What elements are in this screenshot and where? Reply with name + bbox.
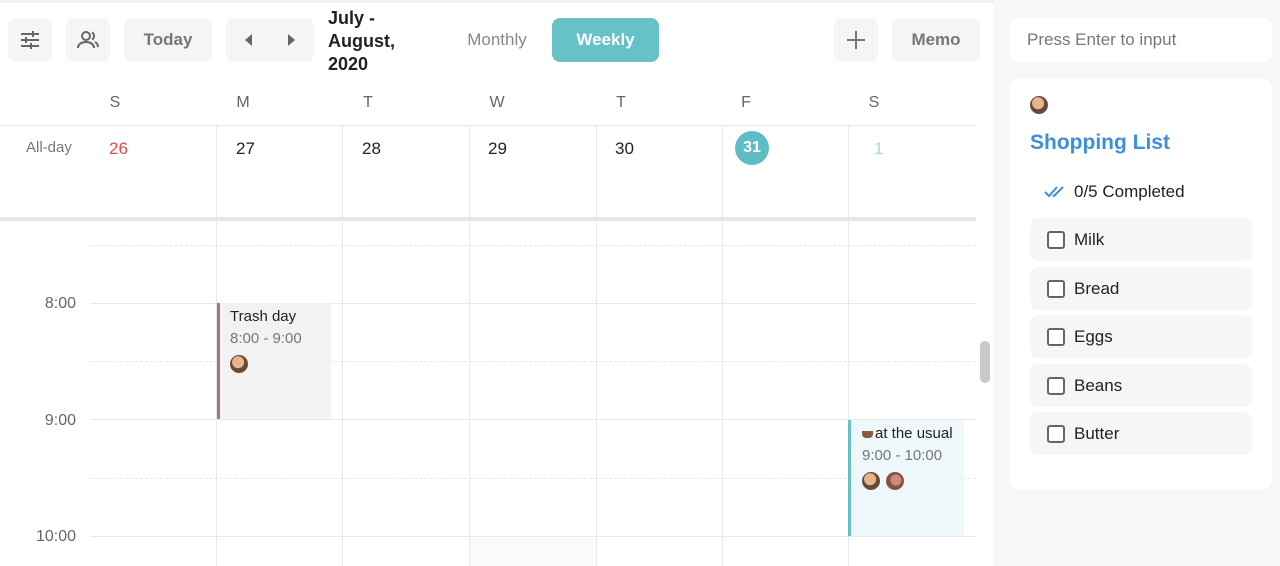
day-header-sun: S (109, 94, 121, 111)
caret-right-icon[interactable] (288, 34, 295, 46)
checkbox[interactable] (1047, 376, 1065, 395)
time-label: 8:00 (44, 295, 76, 312)
checkbox[interactable] (1047, 327, 1065, 346)
event-time: 8:00 - 9:00 (230, 330, 302, 347)
checklist-item-label: Butter (1074, 423, 1120, 443)
checkbox[interactable] (1047, 230, 1065, 249)
checkbox[interactable] (1047, 279, 1065, 298)
caret-left-icon[interactable] (245, 34, 252, 46)
date-range-title: July - August, 2020 (328, 8, 395, 74)
checklist-item-label: Beans (1074, 375, 1123, 395)
event-title: Trash day (230, 308, 297, 325)
date-cell-tue[interactable]: 28 (362, 139, 381, 159)
day-header-tue: T (363, 94, 373, 111)
event-title: at the usual (875, 425, 953, 442)
time-label: 10:00 (35, 528, 76, 545)
checklist-item[interactable]: Butter (1030, 412, 1252, 455)
column-divider (722, 125, 723, 566)
column-divider (596, 125, 597, 566)
event-title-row: at the usual (862, 426, 964, 441)
time-slot (470, 538, 596, 566)
completion-text: 0/5 Completed (1074, 182, 1185, 201)
column-divider (342, 125, 343, 566)
half-hour-line (90, 245, 976, 246)
event-attendees (862, 472, 964, 490)
avatar (1030, 96, 1048, 114)
day-header-wed: W (489, 94, 505, 111)
filter-settings-button[interactable] (8, 18, 52, 62)
top-border (0, 0, 994, 3)
date-cell-sat[interactable]: 1 (874, 139, 883, 159)
checklist-item[interactable]: Bread (1030, 267, 1252, 310)
checkbox[interactable] (1047, 424, 1065, 443)
memo-title[interactable]: Shopping List (1030, 131, 1170, 155)
allday-label: All-day (26, 139, 72, 156)
day-header-sat: S (868, 94, 880, 111)
column-divider (469, 125, 470, 566)
hour-line (90, 536, 976, 537)
allday-separator (0, 217, 976, 221)
event-coffee[interactable]: at the usual 9:00 - 10:00 (848, 420, 964, 536)
checklist-item[interactable]: Beans (1030, 364, 1252, 407)
memo-button[interactable]: Memo (892, 18, 980, 62)
people-icon (77, 31, 99, 49)
plus-icon (847, 31, 865, 49)
time-label: 9:00 (44, 412, 76, 429)
event-trash-day[interactable]: Trash day 8:00 - 9:00 (217, 303, 331, 419)
avatar (886, 472, 905, 490)
scrollbar-thumb[interactable] (980, 341, 990, 383)
add-event-button[interactable] (834, 18, 878, 62)
coffee-icon (862, 430, 873, 438)
date-cell-thu[interactable]: 30 (615, 139, 634, 159)
header-divider (0, 125, 976, 126)
day-header-thu: T (616, 94, 626, 111)
monthly-view-button[interactable]: Monthly (452, 18, 542, 62)
date-cell-mon[interactable]: 27 (236, 139, 255, 159)
avatar (862, 472, 880, 490)
day-header-mon: M (236, 94, 250, 111)
checklist-item-label: Bread (1074, 278, 1120, 298)
checklist-item-label: Milk (1074, 229, 1105, 249)
date-nav (226, 18, 314, 62)
event-time: 9:00 - 10:00 (862, 447, 943, 464)
date-cell-sun[interactable]: 26 (109, 139, 128, 159)
hour-line (90, 419, 976, 420)
memo-input[interactable] (1010, 18, 1272, 62)
members-button[interactable] (66, 18, 110, 62)
half-hour-line (90, 478, 976, 479)
today-button[interactable]: Today (124, 18, 212, 62)
avatar (230, 355, 248, 373)
calendar-app: Today July - August, 2020 Monthly Weekly… (0, 0, 1280, 566)
double-check-icon (1044, 186, 1064, 198)
checklist-item-label: Eggs (1074, 326, 1113, 346)
checklist-item[interactable]: Milk (1030, 218, 1252, 261)
date-cell-today[interactable]: 31 (735, 131, 769, 165)
checklist-item[interactable]: Eggs (1030, 315, 1252, 358)
day-header-fri: F (741, 94, 751, 111)
weekly-view-button[interactable]: Weekly (552, 18, 659, 62)
completion-status: 0/5 Completed (1044, 182, 1185, 202)
event-attendees (230, 355, 331, 373)
sliders-icon (21, 31, 39, 49)
date-cell-wed[interactable]: 29 (488, 139, 507, 159)
